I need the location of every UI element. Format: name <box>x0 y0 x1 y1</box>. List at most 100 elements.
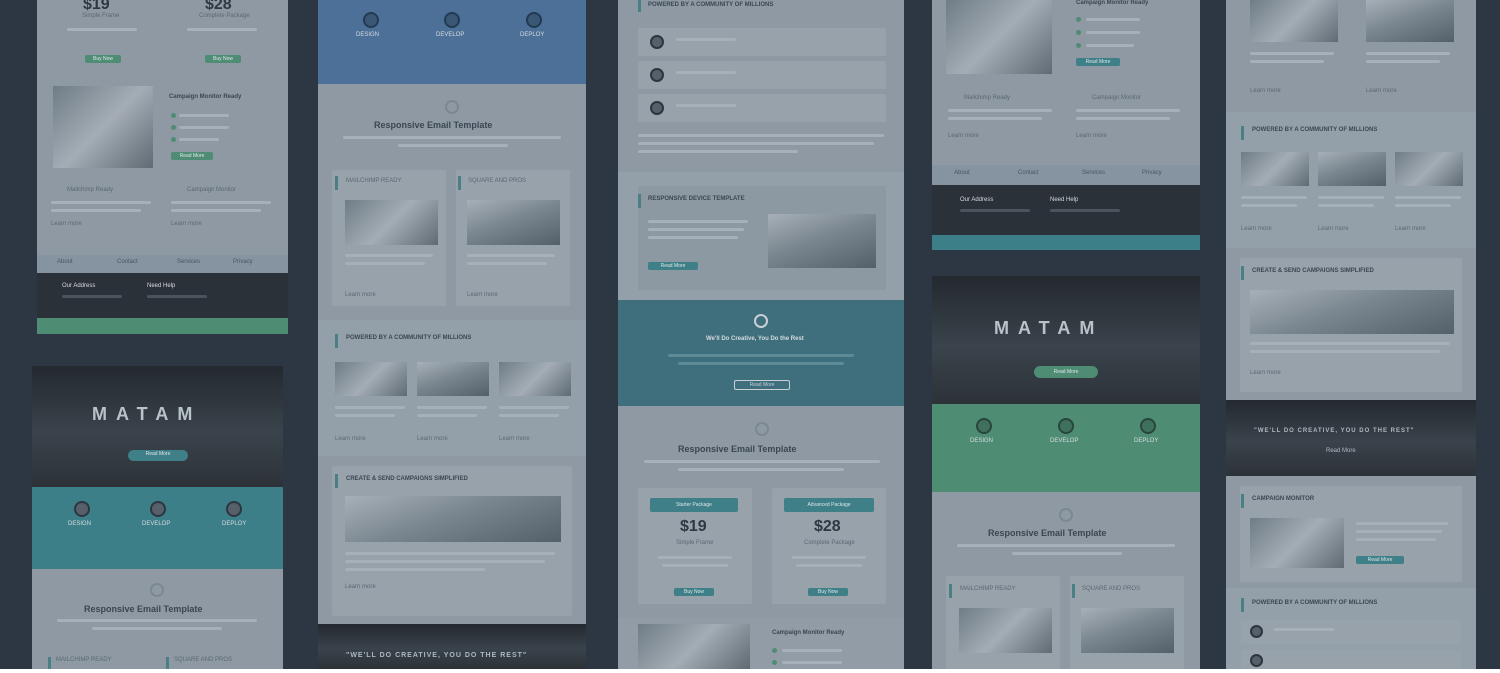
help-link[interactable]: Our Address <box>62 283 95 289</box>
section-title: Responsive Email Template <box>84 604 203 614</box>
card-title: SQUARE AND PROS <box>468 178 527 184</box>
feature-icon <box>226 501 242 517</box>
plan-tab[interactable]: Advanced Package <box>784 498 874 512</box>
hero-cta[interactable]: Read More <box>128 450 188 461</box>
section-heading: POWERED BY A COMMUNITY OF MILLIONS <box>1252 127 1378 133</box>
quote-text: We'll Do Creative, You Do the Rest <box>706 336 804 342</box>
buy-button[interactable]: Buy Now <box>808 588 848 596</box>
quote-link[interactable]: Read More <box>1326 448 1356 454</box>
footer-link[interactable]: Privacy <box>233 259 253 265</box>
feature-icon <box>150 501 166 517</box>
price-name: Simple Frame <box>676 540 714 546</box>
footer-link[interactable]: Services <box>1082 170 1105 176</box>
brand-logo: MATAM <box>994 318 1104 338</box>
footer-link[interactable]: Privacy <box>1142 170 1162 176</box>
preview-column-5: Learn more Learn more POWERED BY A COMMU… <box>1226 0 1476 669</box>
section-title: Responsive Email Template <box>678 444 797 454</box>
section-heading: CREATE & SEND CAMPAIGNS SIMPLIFIED <box>1252 268 1374 274</box>
card-title: MAILCHIMP READY <box>960 586 1016 592</box>
card-title: SQUARE AND PROS <box>1082 586 1141 592</box>
cta-button[interactable]: Read More <box>734 380 790 390</box>
section-title: Responsive Email Template <box>374 120 493 130</box>
buy-button[interactable]: Buy Now <box>674 588 714 596</box>
buy-button[interactable]: Buy Now <box>205 55 241 63</box>
learn-link[interactable]: Learn more <box>1395 226 1426 232</box>
preview-column-4: Campaign Monitor Ready Read More Mailchi… <box>932 0 1200 250</box>
feature-label: DEVELOP <box>1050 438 1079 444</box>
price-value: $28 <box>814 518 841 535</box>
learn-link[interactable]: Learn more <box>417 436 448 442</box>
footer-link[interactable]: About <box>57 259 73 265</box>
feature-icon <box>74 501 90 517</box>
learn-link[interactable]: Learn more <box>467 292 498 298</box>
learn-link[interactable]: Learn more <box>948 133 979 139</box>
learn-link[interactable]: Learn more <box>1250 370 1281 376</box>
card-image <box>345 200 438 245</box>
section-heading: POWERED BY A COMMUNITY OF MILLIONS <box>1252 600 1378 606</box>
cta-button[interactable]: Read More <box>648 262 698 270</box>
template-preview-collage: $19 $28 Simple Frame Complete Package Bu… <box>0 0 1500 669</box>
learn-link[interactable]: Learn more <box>51 221 82 227</box>
buy-button[interactable]: Buy Now <box>85 55 121 63</box>
learn-link[interactable]: Learn more <box>345 292 376 298</box>
feature-label: DESIGN <box>68 521 92 527</box>
check-label: Campaign Monitor <box>1092 95 1142 101</box>
brand-logo: MATAM <box>92 404 202 424</box>
price-value: $19 <box>680 518 707 535</box>
preview-column-4b: MATAM Read More DESIGN DEVELOP DEPLOY Re… <box>932 276 1200 669</box>
learn-link[interactable]: Learn more <box>335 436 366 442</box>
price-name-2: Complete Package <box>199 13 250 19</box>
cta-button[interactable]: Read More <box>171 152 213 160</box>
card-title: SQUARE AND PROS <box>174 657 233 663</box>
preview-column-2: DESIGN DEVELOP DEPLOY Responsive Email T… <box>318 0 586 669</box>
hero-cta[interactable]: Read More <box>1034 366 1098 378</box>
card-title: MAILCHIMP READY <box>56 657 112 663</box>
price-name-1: Simple Frame <box>82 13 120 19</box>
quote-text: "WE'LL DO CREATIVE, YOU DO THE REST" <box>346 652 528 659</box>
section-heading: RESPONSIVE DEVICE TEMPLATE <box>648 196 745 202</box>
check-label: Mailchimp Ready <box>67 187 114 193</box>
learn-link[interactable]: Learn more <box>345 584 376 590</box>
preview-column-3: POWERED BY A COMMUNITY OF MILLIONS RESPO… <box>618 0 904 669</box>
learn-link[interactable]: Learn more <box>1366 88 1397 94</box>
learn-link[interactable]: Learn more <box>1241 226 1272 232</box>
learn-link[interactable]: Learn more <box>499 436 530 442</box>
help-link[interactable]: Need Help <box>147 283 175 289</box>
section-heading: CAMPAIGN MONITOR <box>1252 496 1315 502</box>
price-value-2: $28 <box>205 0 232 13</box>
preview-column-1: $19 $28 Simple Frame Complete Package Bu… <box>37 0 288 334</box>
learn-link[interactable]: Learn more <box>171 221 202 227</box>
campaign-title: Campaign Monitor Ready <box>772 630 845 636</box>
feature-label: DESIGN <box>356 32 380 38</box>
feature-label: DEVELOP <box>436 32 465 38</box>
section-heading: CREATE & SEND CAMPAIGNS SIMPLIFIED <box>346 476 468 482</box>
campaign-title: Campaign Monitor Ready <box>169 94 242 100</box>
feature-label: DEVELOP <box>142 521 171 527</box>
learn-link[interactable]: Learn more <box>1076 133 1107 139</box>
cta-button[interactable]: Read More <box>1356 556 1404 564</box>
learn-link[interactable]: Learn more <box>1318 226 1349 232</box>
learn-link[interactable]: Learn more <box>1250 88 1281 94</box>
check-label: Mailchimp Ready <box>964 95 1011 101</box>
quote-text: "WE'LL DO CREATIVE, YOU DO THE REST" <box>1254 428 1415 434</box>
decor-image <box>53 86 153 168</box>
price-value-1: $19 <box>83 0 110 13</box>
section-heading: POWERED BY A COMMUNITY OF MILLIONS <box>648 2 774 8</box>
preview-column-1b: MATAM Read More DESIGN DEVELOP DEPLOY Re… <box>32 366 283 669</box>
help-link[interactable]: Our Address <box>960 197 993 203</box>
feature-label: DEPLOY <box>520 32 545 38</box>
card-title: MAILCHIMP READY <box>346 178 402 184</box>
help-link[interactable]: Need Help <box>1050 197 1078 203</box>
cta-button[interactable]: Read More <box>1076 58 1120 66</box>
footer-link[interactable]: Contact <box>117 259 138 265</box>
section-heading: POWERED BY A COMMUNITY OF MILLIONS <box>346 335 472 341</box>
campaign-title: Campaign Monitor Ready <box>1076 0 1149 6</box>
section-title: Responsive Email Template <box>988 528 1107 538</box>
footer-link[interactable]: About <box>954 170 970 176</box>
price-name: Complete Package <box>804 540 855 546</box>
plan-tab[interactable]: Starter Package <box>650 498 738 512</box>
check-label: Campaign Monitor <box>187 187 237 193</box>
footer-link[interactable]: Services <box>177 259 200 265</box>
footer-link[interactable]: Contact <box>1018 170 1039 176</box>
card-image <box>467 200 560 245</box>
